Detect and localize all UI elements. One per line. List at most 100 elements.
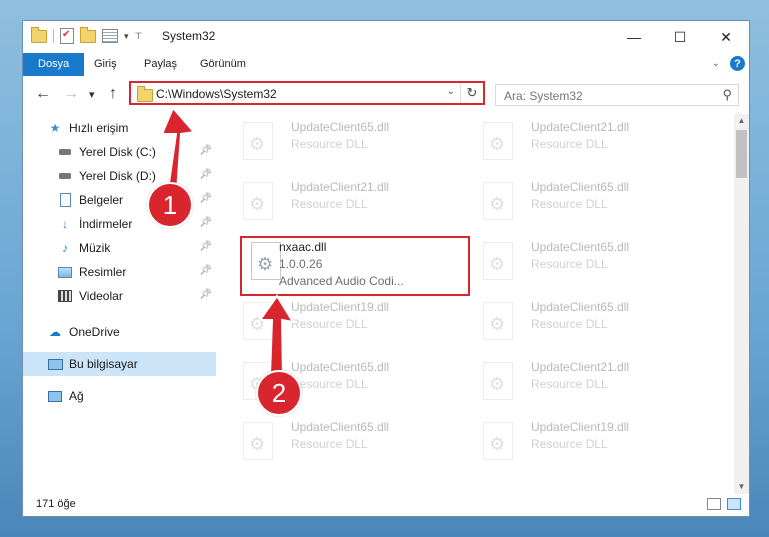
details-view-icon[interactable] (707, 498, 721, 510)
dll-file-icon: ⚙ (243, 182, 273, 220)
pin-icon[interactable]: 📌︎ (199, 169, 212, 180)
sidebar-item-disk-c[interactable]: Yerel Disk (C:) 📌︎ (23, 140, 216, 164)
sidebar-item-label: Bu bilgisayar (69, 357, 138, 371)
file-item[interactable]: ⚙ UpdateClient21.dll Resource DLL (483, 358, 703, 412)
file-description: Resource DLL (531, 137, 608, 151)
up-arrow-icon[interactable]: ↑ (109, 85, 117, 103)
sidebar-item-videos[interactable]: Videolar 📌︎ (23, 284, 216, 308)
sidebar-item-this-pc[interactable]: Bu bilgisayar (23, 352, 216, 376)
file-description: Resource DLL (291, 137, 368, 151)
gear-icon: ⚙ (249, 194, 266, 214)
tab-view[interactable]: Görünüm (187, 53, 259, 76)
window-title: System32 (162, 29, 216, 43)
pin-icon[interactable]: 📌︎ (199, 241, 212, 252)
download-icon: ↓ (62, 217, 68, 231)
divider (53, 29, 54, 43)
navigation-pane: ★ Hızlı erişim Yerel Disk (C:) 📌︎ Yerel … (23, 114, 216, 494)
gear-icon: ⚙ (489, 434, 506, 454)
drive-icon (57, 169, 73, 183)
search-box[interactable]: ⚲ (495, 84, 739, 106)
chevron-down-icon[interactable]: ⌄ (447, 86, 455, 97)
help-icon[interactable]: ? (730, 56, 745, 71)
dll-file-icon: ⚙ (483, 122, 513, 160)
sidebar-item-label: Resimler (79, 265, 127, 279)
file-name: UpdateClient65.dll (531, 300, 630, 314)
file-item[interactable]: ⚙ UpdateClient65.dll Resource DLL (243, 418, 463, 472)
folder-icon (31, 26, 47, 43)
new-folder-icon[interactable] (80, 26, 96, 43)
tiles-view-icon[interactable] (727, 498, 741, 510)
tab-share[interactable]: Paylaş (131, 53, 190, 76)
sidebar-item-label: Ağ (69, 389, 84, 403)
back-arrow-icon[interactable]: ← (35, 85, 51, 103)
scroll-down-icon[interactable]: ▼ (734, 480, 749, 494)
close-button[interactable]: ✕ (703, 21, 749, 53)
sidebar-item-label: OneDrive (69, 325, 120, 339)
file-item[interactable]: ⚙ UpdateClient65.dll Resource DLL (483, 298, 703, 352)
address-bar[interactable]: C:\Windows\System32 ⌄ ↻ (129, 81, 485, 105)
forward-arrow-icon[interactable]: → (63, 85, 79, 103)
item-count: 171 öğe (36, 498, 76, 510)
file-name: UpdateClient65.dll (291, 360, 390, 374)
file-item[interactable]: ⚙ UpdateClient65.dll Resource DLL (243, 118, 463, 172)
pin-icon[interactable]: 📌︎ (199, 193, 212, 204)
file-description: Resource DLL (531, 377, 608, 391)
minimize-button[interactable]: — (611, 21, 657, 53)
file-item[interactable]: ⚙ UpdateClient21.dll Resource DLL (243, 178, 463, 232)
step-2-badge: 2 (256, 370, 302, 416)
pin-icon[interactable]: 📌︎ (199, 217, 212, 228)
pin-icon[interactable]: 📌︎ (199, 289, 212, 300)
search-icon[interactable]: ⚲ (722, 87, 732, 103)
pin-icon[interactable]: 📌︎ (199, 145, 212, 156)
sidebar-item-label: Yerel Disk (D:) (79, 169, 156, 183)
recent-locations-icon[interactable]: ▾ (89, 88, 95, 101)
file-list: ⚙ UpdateClient65.dll Resource DLL ⚙ Upda… (217, 114, 733, 494)
document-icon (57, 193, 73, 207)
search-input[interactable] (502, 88, 706, 104)
sidebar-item-label: Hızlı erişim (69, 121, 129, 135)
refresh-icon[interactable]: ↻ (460, 83, 483, 103)
dll-file-icon: ⚙ (483, 362, 513, 400)
gear-icon: ⚙ (489, 314, 506, 334)
sidebar-item-music[interactable]: ♪ Müzik 📌︎ (23, 236, 216, 260)
file-item[interactable]: ⚙ UpdateClient65.dll Resource DLL (483, 178, 703, 232)
file-item[interactable]: ⚙ UpdateClient65.dll Resource DLL (483, 238, 703, 292)
gear-icon: ⚙ (249, 434, 266, 454)
file-description: Resource DLL (291, 377, 368, 391)
scroll-up-icon[interactable]: ▲ (734, 114, 749, 128)
computer-icon (47, 357, 63, 371)
maximize-button[interactable]: ☐ (657, 21, 703, 53)
file-item[interactable]: ⚙ UpdateClient19.dll Resource DLL (243, 298, 463, 352)
file-name: UpdateClient65.dll (531, 240, 630, 254)
file-name: UpdateClient65.dll (291, 420, 390, 434)
sidebar-item-label: Yerel Disk (C:) (79, 145, 156, 159)
file-item[interactable]: ⚙ UpdateClient19.dll Resource DLL (483, 418, 703, 472)
sidebar-item-label: Videolar (79, 289, 123, 303)
address-path[interactable]: C:\Windows\System32 (156, 87, 277, 101)
drive-icon (57, 145, 73, 159)
sidebar-item-network[interactable]: Ağ (23, 384, 216, 408)
pin-icon[interactable]: 📌︎ (199, 265, 212, 276)
sidebar-item-pictures[interactable]: Resimler 📌︎ (23, 260, 216, 284)
file-name: UpdateClient19.dll (291, 300, 390, 314)
customize-toolbar-icon[interactable]: ⊤ (135, 31, 143, 42)
sidebar-item-label: Belgeler (79, 193, 124, 207)
scrollbar-thumb[interactable] (736, 130, 747, 178)
file-item[interactable]: ⚙ UpdateClient21.dll Resource DLL (483, 118, 703, 172)
file-description: Resource DLL (531, 197, 608, 211)
chevron-down-icon[interactable]: ⌄ (712, 58, 720, 69)
properties-icon[interactable] (60, 28, 74, 44)
sidebar-item-quick-access[interactable]: ★ Hızlı erişim (23, 116, 216, 140)
chevron-down-icon[interactable]: ▾ (124, 31, 129, 42)
sidebar-item-onedrive[interactable]: ☁ OneDrive (23, 320, 216, 344)
file-name: UpdateClient21.dll (531, 360, 630, 374)
network-icon (47, 389, 63, 403)
sidebar-item-disk-d[interactable]: Yerel Disk (D:) 📌︎ (23, 164, 216, 188)
tab-home[interactable]: Giriş (81, 53, 130, 76)
view-options-icon[interactable] (102, 29, 118, 43)
title-bar: ▾ ⊤ System32 — ☐ ✕ (23, 21, 749, 53)
file-name: UpdateClient21.dll (291, 180, 390, 194)
status-bar: 171 öğe (23, 494, 749, 516)
tab-file[interactable]: Dosya (23, 53, 85, 76)
vertical-scrollbar[interactable]: ▲ ▼ (734, 114, 749, 494)
